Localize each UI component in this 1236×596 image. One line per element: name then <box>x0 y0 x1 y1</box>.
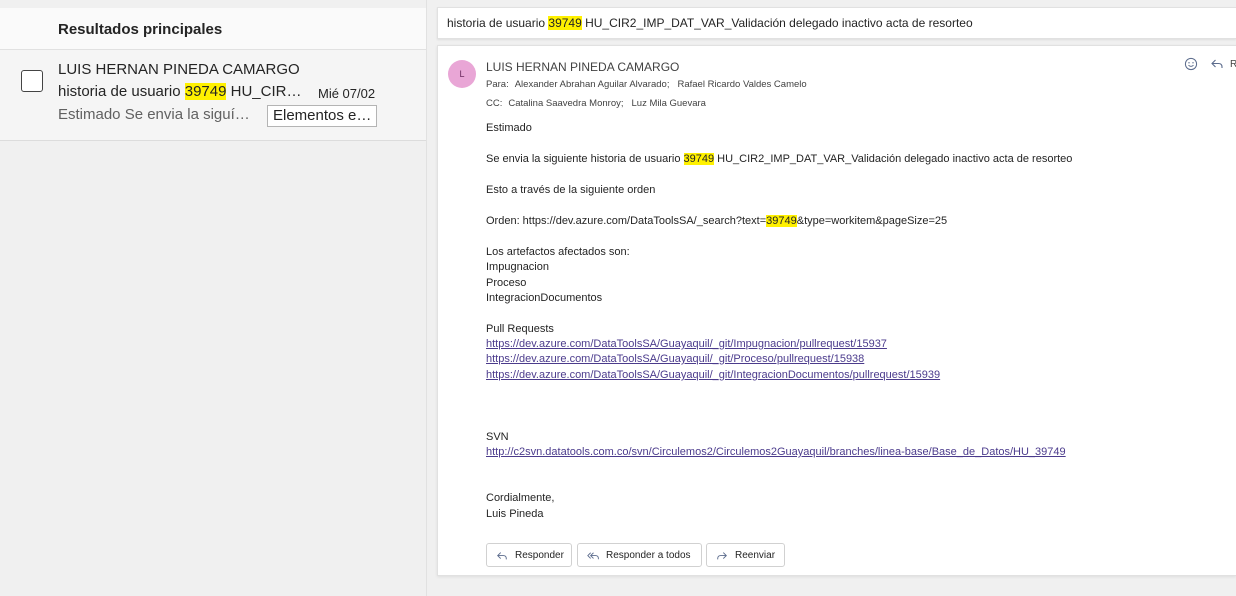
pane-divider[interactable] <box>426 0 427 596</box>
result-date: Mié 07/02 <box>318 86 376 101</box>
emoji-reaction-icon[interactable] <box>1184 57 1198 71</box>
reply-icon <box>497 552 507 560</box>
select-checkbox[interactable] <box>21 70 43 92</box>
folder-tag[interactable]: Elementos e… <box>267 105 377 127</box>
cc-label: CC: <box>486 98 503 109</box>
artifact-item: Impugnacion <box>486 261 549 273</box>
reply-all-icon <box>587 552 599 560</box>
pull-request-link[interactable]: https://dev.azure.com/DataToolsSA/Guayaq… <box>486 352 864 366</box>
pull-request-link[interactable]: https://dev.azure.com/DataToolsSA/Guayaq… <box>486 337 887 351</box>
artifact-item: IntegracionDocumentos <box>486 292 603 304</box>
results-header: Resultados principales <box>0 8 426 50</box>
avatar[interactable]: L <box>448 60 476 88</box>
artifacts-title: Los artefactos afectados son: <box>486 246 630 258</box>
reply-button[interactable]: Responder <box>486 543 572 567</box>
results-header-label: Resultados principales <box>58 21 223 38</box>
body-greeting: Estimado <box>486 122 532 134</box>
message-card: L LUIS HERNAN PINEDA CAMARGO Para: Alexan… <box>437 45 1236 576</box>
artifact-item: Proceso <box>486 277 527 289</box>
result-item[interactable]: LUIS HERNAN PINEDA CAMARGO historia de u… <box>0 50 426 141</box>
reply-all-button-label: Responder a todos <box>606 550 691 561</box>
reply-button-label: Responder <box>515 550 564 561</box>
svn-title: SVN <box>486 431 509 443</box>
pull-requests-title: Pull Requests <box>486 323 554 335</box>
closing: Cordialmente, <box>486 492 555 504</box>
reply-all-button[interactable]: Responder a todos <box>577 543 702 567</box>
forward-button[interactable]: Reenviar <box>706 543 785 567</box>
svn-link[interactable]: http://c2svn.datatools.com.co/svn/Circul… <box>486 445 1066 459</box>
cc-recipient[interactable]: Catalina Saavedra Monroy; <box>508 98 623 109</box>
message-subject-before: historia de usuario <box>447 16 549 30</box>
forward-icon <box>717 552 727 560</box>
search-results-pane: Resultados principales LUIS HERNAN PINED… <box>0 8 426 596</box>
body-paragraph: Se envia la siguiente historia de usuari… <box>486 152 1072 166</box>
body-p1-highlight: 39749 <box>683 153 715 165</box>
body-p1-before: Se envia la siguiente historia de usuari… <box>486 153 684 165</box>
to-recipient[interactable]: Alexander Abrahan Aguilar Alvarado; <box>515 79 670 90</box>
order-before: Orden: https://dev.azure.com/DataToolsSA… <box>486 215 767 227</box>
to-label: Para: <box>486 79 509 90</box>
result-subject: historia de usuario 39749 HU_CIR… <box>58 83 301 100</box>
reply-icon[interactable] <box>1210 57 1224 71</box>
result-subject-highlight: 39749 <box>184 83 227 100</box>
result-sender: LUIS HERNAN PINEDA CAMARGO <box>58 61 300 78</box>
pull-request-link[interactable]: https://dev.azure.com/DataToolsSA/Guayaq… <box>486 368 940 382</box>
signature: Luis Pineda <box>486 508 544 520</box>
to-line: Para: Alexander Abrahan Aguilar Alvarado;… <box>486 79 815 90</box>
order-highlight: 39749 <box>766 215 797 227</box>
message-subject-bar: historia de usuario 39749 HU_CIR2_IMP_DA… <box>437 7 1236 39</box>
body-p1-after: HU_CIR2_IMP_DAT_VAR_Validación delegado … <box>714 153 1073 165</box>
message-subject-after: HU_CIR2_IMP_DAT_VAR_Validación delegado … <box>581 16 973 30</box>
body-paragraph-2: Esto a través de la siguiente orden <box>486 184 656 196</box>
message-subject: historia de usuario 39749 HU_CIR2_IMP_DA… <box>447 16 973 30</box>
order-after: &type=workitem&pageSize=25 <box>796 215 948 227</box>
reply-top-label[interactable]: R <box>1230 59 1236 70</box>
cc-line: CC: Catalina Saavedra Monroy; Luz Mila Gue… <box>486 98 714 109</box>
result-preview: Estimado Se envia la siguí… <box>58 106 250 123</box>
forward-button-label: Reenviar <box>735 550 776 561</box>
result-subject-before: historia de usuario <box>58 83 185 100</box>
cc-recipient[interactable]: Luz Mila Guevara <box>632 98 706 109</box>
to-recipient[interactable]: Rafael Ricardo Valdes Camelo <box>677 79 806 90</box>
result-subject-after: HU_CIR… <box>226 83 302 100</box>
body-order-line: Orden: https://dev.azure.com/DataToolsSA… <box>486 214 947 228</box>
message-subject-highlight: 39749 <box>548 16 582 30</box>
sender-name[interactable]: LUIS HERNAN PINEDA CAMARGO <box>486 60 679 74</box>
